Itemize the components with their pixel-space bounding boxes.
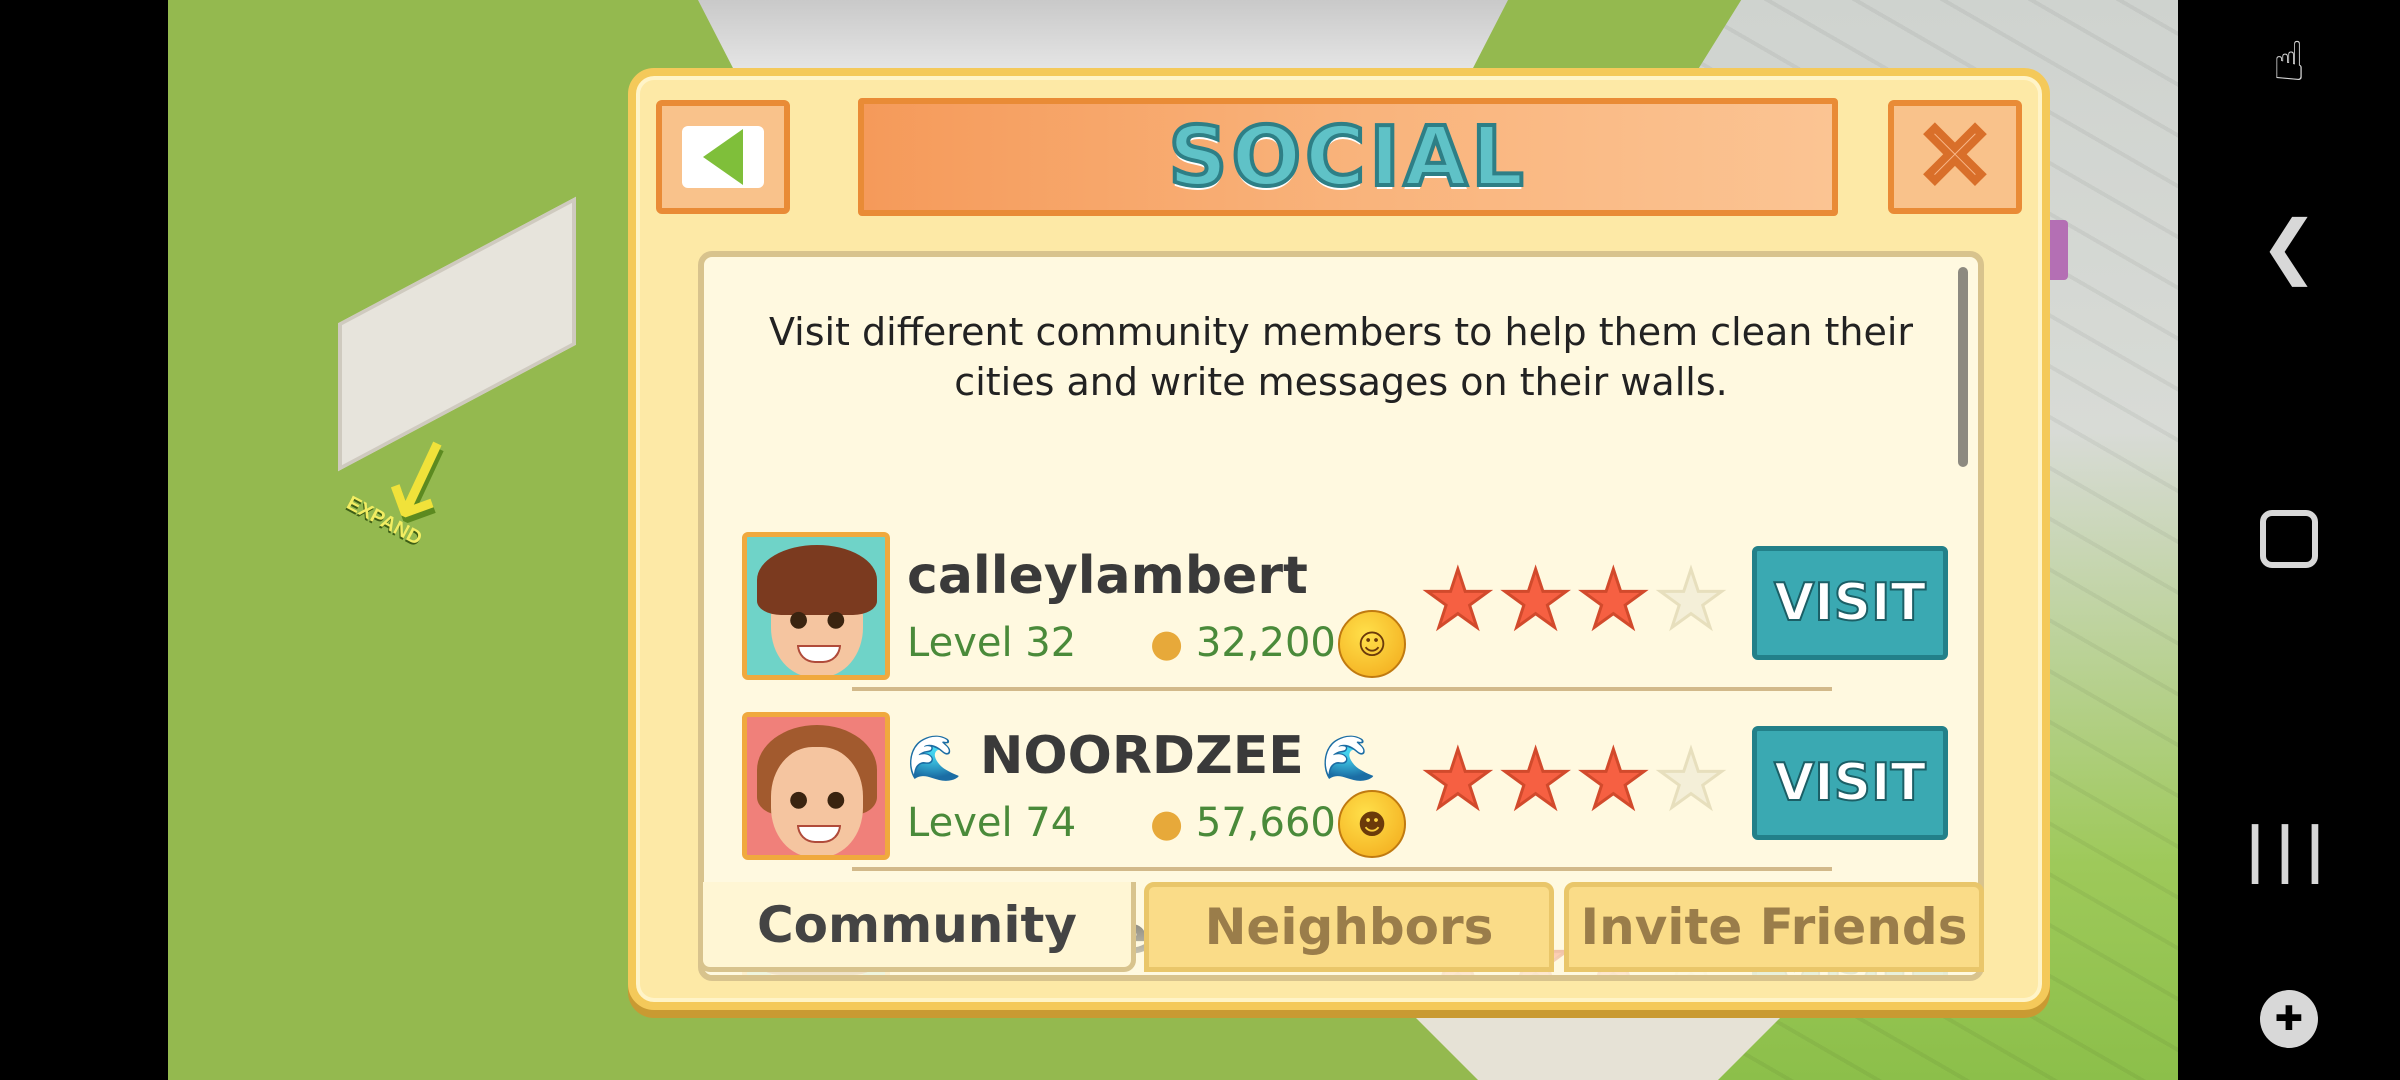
wave-icon: 🌊 bbox=[907, 733, 962, 784]
system-nav-bar: ☝ ❮ ||| ✚ bbox=[2178, 0, 2400, 1080]
member-population: ● 57,660 bbox=[1150, 800, 1336, 846]
tab-neighbors[interactable]: Neighbors bbox=[1144, 882, 1554, 972]
smiling-face-icon: ☺ bbox=[1338, 610, 1406, 678]
chevron-left-icon[interactable]: ❮ bbox=[2178, 205, 2400, 287]
member-name: 🌊 NOORDZEE 🌊 bbox=[907, 726, 1377, 786]
home-button[interactable] bbox=[2178, 510, 2400, 568]
star-empty-icon: ★ bbox=[1654, 733, 1729, 826]
tab-invite-friends[interactable]: Invite Friends bbox=[1564, 882, 1984, 972]
screen-touch-icon[interactable]: ☝ bbox=[2178, 30, 2400, 93]
member-population: ● 32,200 bbox=[1150, 620, 1336, 666]
dialog-title-bar: SOCIAL bbox=[858, 98, 1838, 216]
home-square-icon bbox=[2260, 510, 2318, 568]
wave-icon: 🌊 bbox=[1321, 733, 1377, 784]
row-divider bbox=[852, 867, 1832, 871]
star-filled-icon: ★ bbox=[1421, 733, 1496, 826]
star-filled-icon: ★ bbox=[1498, 733, 1573, 826]
member-row: ●● calleylambert Level 32 ● 32,200 ☺ ★ ★… bbox=[742, 532, 1948, 712]
star-filled-icon: ★ bbox=[1421, 553, 1496, 646]
star-filled-icon: ★ bbox=[1576, 553, 1651, 646]
member-list-panel[interactable]: Visit different community members to hel… bbox=[698, 251, 1984, 981]
member-level: Level 32 bbox=[907, 620, 1077, 666]
tab-community[interactable]: Community bbox=[698, 882, 1136, 972]
grinning-face-icon: ☻ bbox=[1338, 790, 1406, 858]
member-level: Level 74 bbox=[907, 800, 1077, 846]
avatar: ●● bbox=[742, 712, 890, 860]
expand-arrow[interactable]: ↙ EXPAND bbox=[343, 399, 513, 551]
star-rating: ★ ★ ★ ★ bbox=[1421, 553, 1729, 646]
game-tools-button[interactable]: ✚ bbox=[2178, 990, 2400, 1048]
triangle-left-icon bbox=[703, 129, 743, 185]
close-button[interactable]: ✕ bbox=[1888, 100, 2022, 214]
scrollbar[interactable] bbox=[1958, 267, 1968, 467]
gamepad-icon: ✚ bbox=[2260, 990, 2318, 1048]
social-dialog: SOCIAL ✕ Visit different community membe… bbox=[628, 68, 2050, 1010]
city-buildings-top bbox=[698, 0, 1508, 70]
recents-icon[interactable]: ||| bbox=[2178, 815, 2400, 885]
x-icon: ✕ bbox=[1915, 107, 1995, 207]
dialog-title: SOCIAL bbox=[1166, 108, 1528, 207]
people-icon: ● bbox=[1150, 621, 1184, 665]
visit-button[interactable]: VISIT bbox=[1752, 546, 1948, 660]
game-viewport[interactable]: ↙ EXPAND SOCIAL ✕ Visit different commun… bbox=[168, 0, 2178, 1080]
back-button[interactable] bbox=[656, 100, 790, 214]
visit-button[interactable]: VISIT bbox=[1752, 726, 1948, 840]
star-filled-icon: ★ bbox=[1576, 733, 1651, 826]
intro-text: Visit different community members to hel… bbox=[768, 310, 1914, 404]
social-tabs: Community Neighbors Invite Friends bbox=[698, 882, 1984, 972]
member-name: calleylambert bbox=[907, 546, 1308, 606]
row-divider bbox=[852, 687, 1832, 691]
avatar: ●● bbox=[742, 532, 890, 680]
member-row: ●● 🌊 NOORDZEE 🌊 Level 74 ● 57,660 ☻ ★ ★ … bbox=[742, 712, 1948, 892]
star-rating: ★ ★ ★ ★ bbox=[1421, 733, 1729, 826]
star-empty-icon: ★ bbox=[1654, 553, 1729, 646]
star-filled-icon: ★ bbox=[1498, 553, 1573, 646]
people-icon: ● bbox=[1150, 801, 1184, 845]
